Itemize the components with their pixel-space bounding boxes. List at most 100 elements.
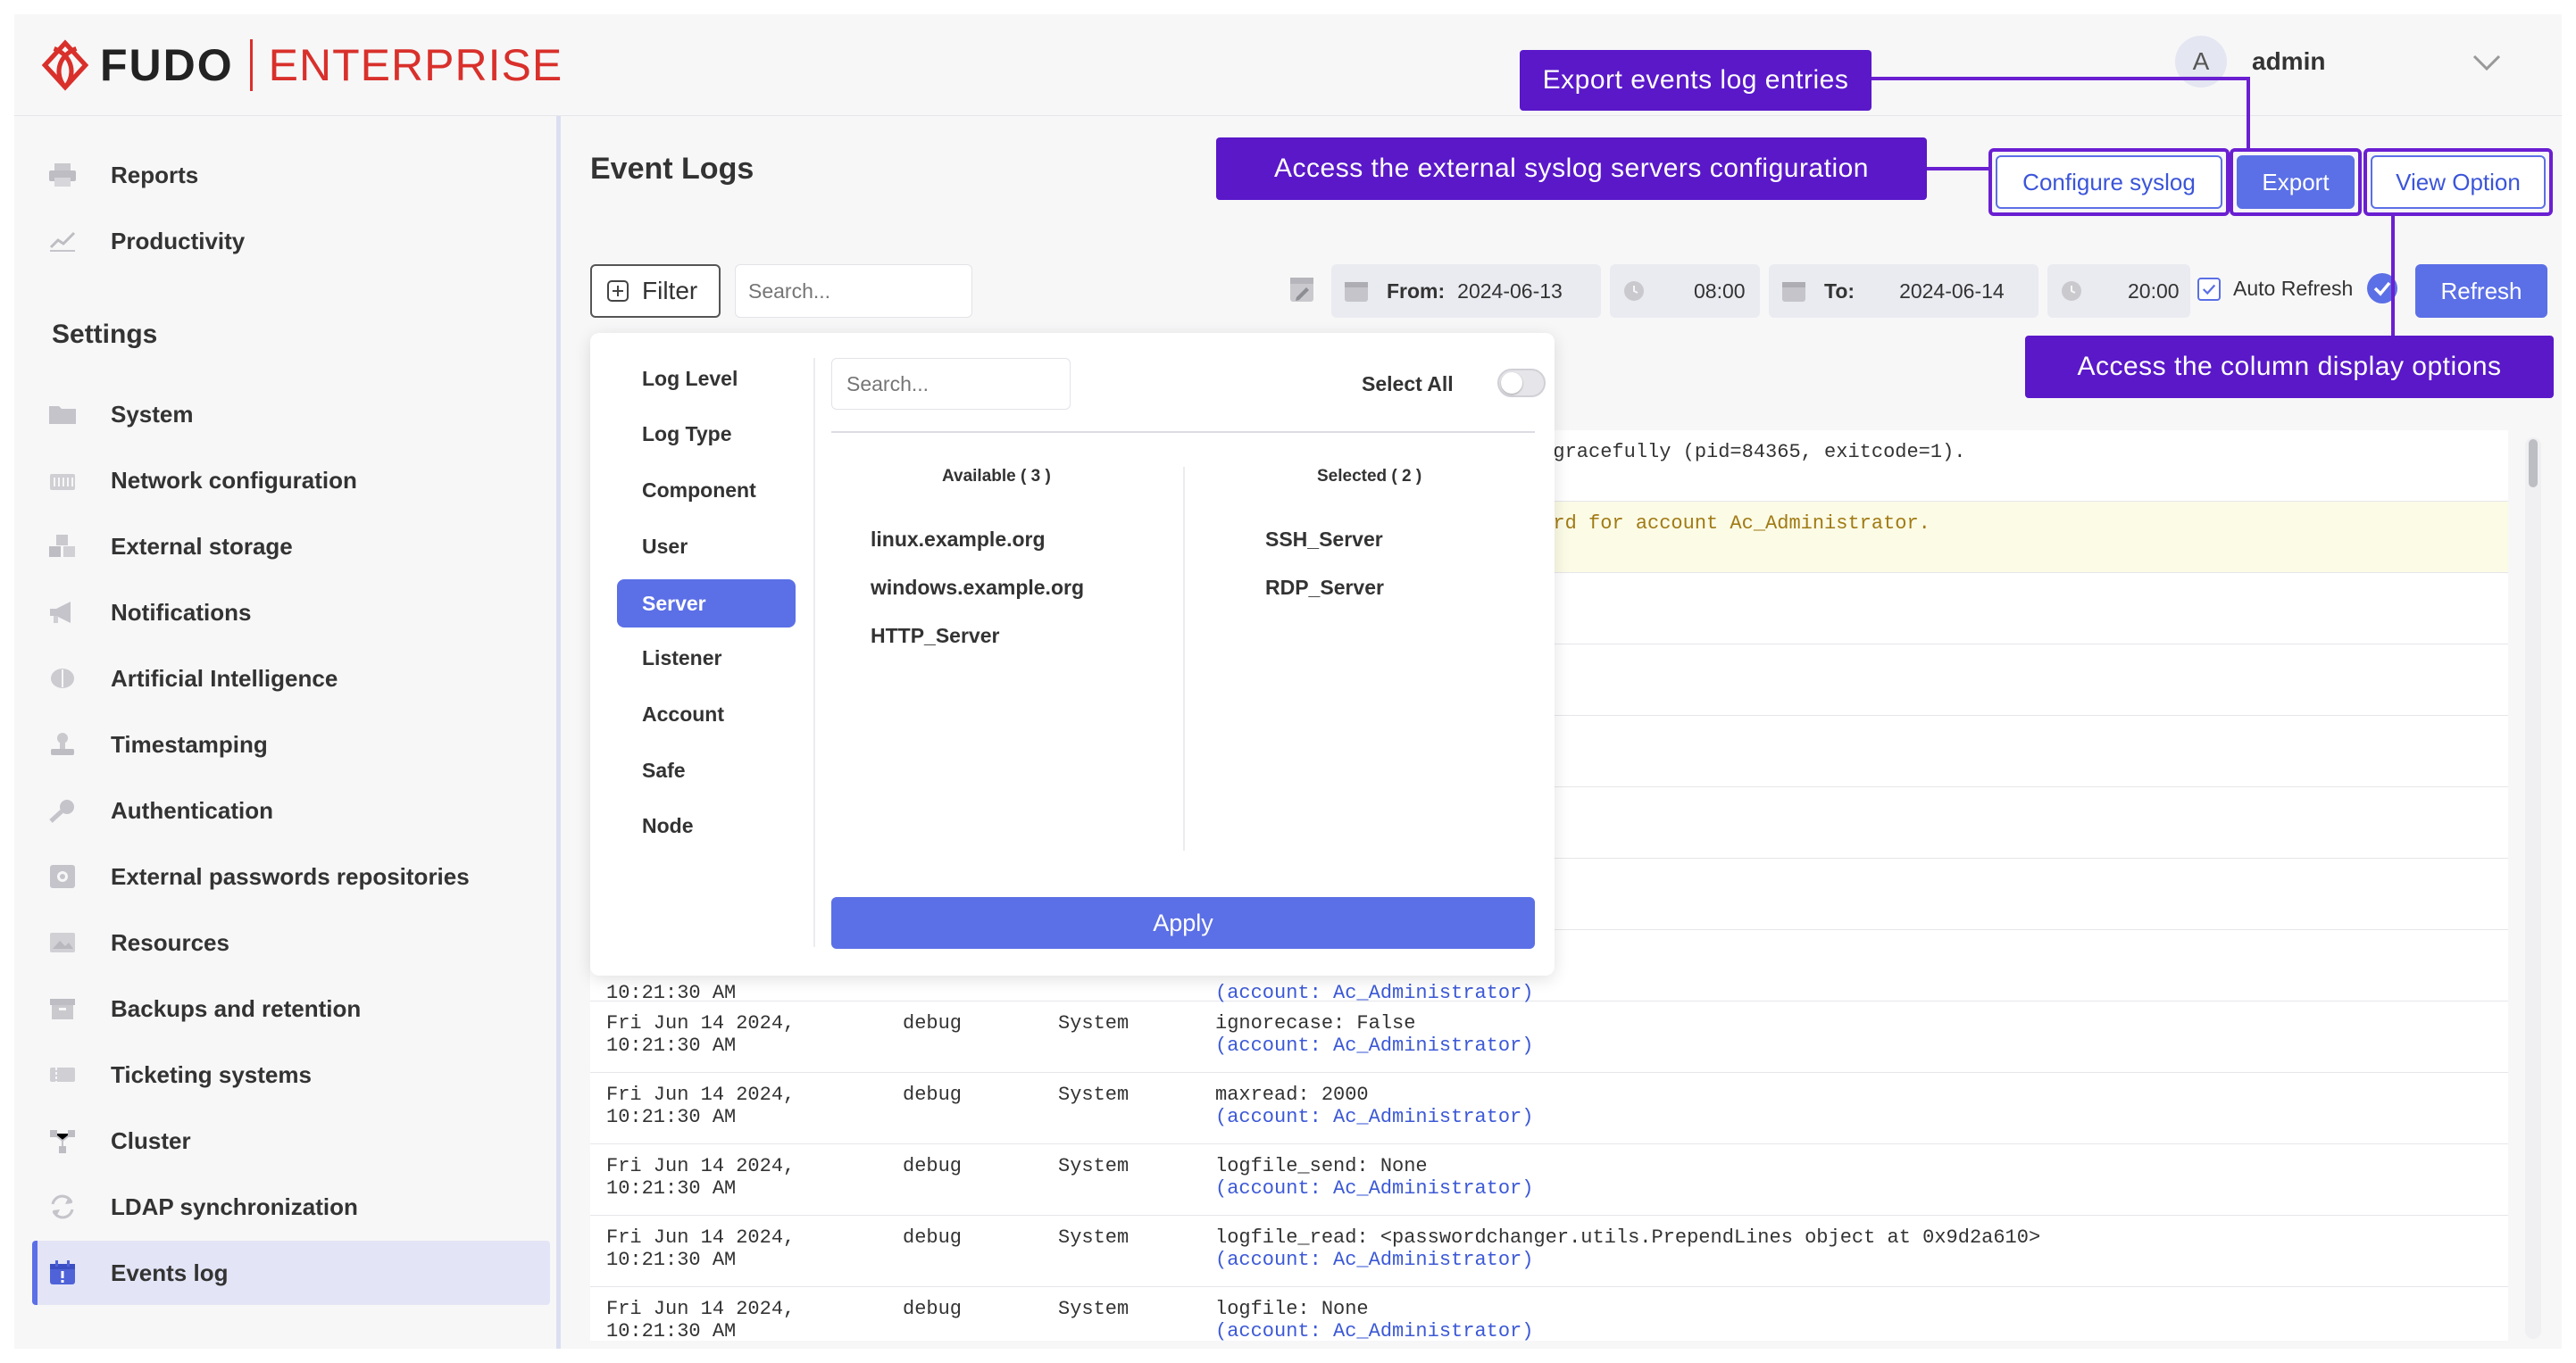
sidebar-item-resources[interactable]: Resources (32, 910, 550, 975)
apply-button[interactable]: Apply (831, 897, 1535, 949)
sidebar-item-reports[interactable]: Reports (32, 143, 550, 207)
log-level: debug (903, 1155, 963, 1177)
date-from-field[interactable]: From: 2024-06-13 (1331, 264, 1601, 318)
sidebar-item-events-log[interactable]: Events log (32, 1241, 550, 1305)
filter-category-node[interactable]: Node (642, 814, 694, 838)
chevron-down-icon[interactable] (2472, 52, 2502, 73)
to-date: 2024-06-14 (1899, 278, 2005, 303)
callout-line (2247, 77, 2250, 152)
calendar-icon (1345, 282, 1368, 302)
sidebar-item-label: System (111, 400, 194, 428)
filter-button[interactable]: Filter (590, 264, 721, 318)
from-label: From: (1387, 278, 1446, 303)
log-date: Fri Jun 14 2024, (606, 1298, 796, 1320)
available-item[interactable]: HTTP_Server (871, 624, 999, 648)
sidebar-item-label: Network configuration (111, 466, 357, 494)
sidebar-item-label: Resources (111, 928, 229, 956)
filter-category-account[interactable]: Account (642, 702, 724, 727)
selected-item[interactable]: RDP_Server (1265, 576, 1384, 600)
log-type: System (1058, 1155, 1130, 1177)
boxes-icon (46, 533, 79, 560)
filter-popover: Log Level Log Type Component User Server… (590, 333, 1555, 976)
available-header: Available ( 3 ) (942, 467, 1051, 486)
sidebar-item-label: Cluster (111, 1126, 191, 1154)
log-level: debug (903, 1012, 963, 1035)
sidebar-item-system[interactable]: System (32, 382, 550, 446)
popover-separator (831, 431, 1535, 433)
log-time: 10:21:30 AM (606, 1320, 737, 1341)
filter-category-component[interactable]: Component (642, 478, 756, 503)
settings-heading: Settings (52, 320, 158, 349)
log-level: debug (903, 1226, 963, 1249)
time-from-field[interactable]: 08:00 (1610, 264, 1760, 318)
auto-refresh-checkbox[interactable] (2197, 277, 2221, 301)
sync-icon (46, 1193, 79, 1220)
time-to-field[interactable]: 20:00 (2047, 264, 2190, 318)
fudo-logo-icon (41, 39, 89, 91)
date-to-field[interactable]: To: 2024-06-14 (1769, 264, 2038, 318)
filter-category-log-level[interactable]: Log Level (642, 367, 738, 391)
auto-refresh-toggle[interactable]: Auto Refresh (2197, 277, 2353, 301)
log-date: Fri Jun 14 2024, (606, 1226, 796, 1249)
filter-search-input[interactable] (831, 358, 1071, 410)
sidebar-item-external-passwords-repositories[interactable]: External passwords repositories (32, 844, 550, 909)
select-all-toggle[interactable] (1497, 369, 1546, 397)
sidebar-item-ldap-synchronization[interactable]: LDAP synchronization (32, 1175, 550, 1239)
callout-syslog: Access the external syslog servers confi… (1216, 137, 1927, 200)
sidebar-item-productivity[interactable]: Productivity (32, 209, 550, 273)
filter-category-log-type[interactable]: Log Type (642, 422, 732, 446)
table-row[interactable]: Fri Jun 14 2024, 10:21:30 AM debug Syste… (590, 1144, 2508, 1216)
sidebar-item-authentication[interactable]: Authentication (32, 778, 550, 843)
column-divider (1183, 467, 1185, 851)
clock-icon (1624, 281, 1644, 301)
brand-edition: ENTERPRISE (268, 40, 563, 90)
table-row[interactable]: Fri Jun 14 2024, 10:21:30 AM debug Syste… (590, 1073, 2508, 1144)
table-row[interactable]: Fri Jun 14 2024, 10:21:30 AM debug Syste… (590, 1001, 2508, 1073)
log-date: Fri Jun 14 2024, (606, 1155, 796, 1177)
megaphone-icon (46, 599, 79, 626)
log-message: word for account Ac_Administrator. (1530, 512, 1930, 535)
filter-label: Filter (642, 277, 698, 304)
sidebar-item-notifications[interactable]: Notifications (32, 580, 550, 644)
log-message: logfile_send: None (1215, 1155, 1428, 1177)
refresh-button[interactable]: Refresh (2415, 264, 2547, 318)
sidebar-item-cluster[interactable]: Cluster (32, 1109, 550, 1173)
log-message: ungracefully (pid=84365, exitcode=1). (1530, 441, 1966, 463)
sidebar-item-timestamping[interactable]: Timestamping (32, 712, 550, 777)
key-icon (46, 797, 79, 824)
sidebar-item-artificial-intelligence[interactable]: Artificial Intelligence (32, 646, 550, 711)
sidebar-item-label: Reports (111, 161, 199, 188)
log-time: 10:21:30 AM (606, 1106, 737, 1128)
filter-category-user[interactable]: User (642, 535, 688, 559)
log-account: (account: Ac_Administrator) (1215, 1320, 1534, 1341)
sidebar-item-ticketing-systems[interactable]: Ticketing systems (32, 1043, 550, 1107)
available-item[interactable]: linux.example.org (871, 528, 1046, 552)
selected-header: Selected ( 2 ) (1317, 467, 1422, 486)
filter-category-safe[interactable]: Safe (642, 759, 686, 783)
sidebar-item-backups-and-retention[interactable]: Backups and retention (32, 977, 550, 1041)
selected-item[interactable]: SSH_Server (1265, 528, 1383, 552)
log-time: 10:21:30 AM (606, 1249, 737, 1271)
sidebar-item-label: External passwords repositories (111, 862, 470, 890)
filter-category-listener[interactable]: Listener (642, 646, 721, 670)
table-row[interactable]: Fri Jun 14 2024, 10:21:30 AM debug Syste… (590, 1216, 2508, 1287)
log-level: debug (903, 1084, 963, 1106)
app-window: FUDO ENTERPRISE A admin Reports Producti… (14, 14, 2562, 1349)
sidebar-item-network-configuration[interactable]: Network configuration (32, 448, 550, 512)
select-all-label: Select All (1362, 372, 1454, 395)
log-level: debug (903, 1298, 963, 1320)
sidebar-item-external-storage[interactable]: External storage (32, 514, 550, 578)
calendar-edit-icon[interactable] (1288, 273, 1315, 303)
log-scrollbar[interactable] (2525, 437, 2541, 1339)
search-input[interactable] (735, 264, 972, 318)
table-row[interactable]: Fri Jun 14 2024, 10:21:30 AM debug Syste… (590, 1287, 2508, 1341)
log-scrollbar-thumb[interactable] (2529, 439, 2538, 487)
available-item[interactable]: windows.example.org (871, 576, 1084, 600)
log-time: 10:21:30 AM (606, 1177, 737, 1200)
brand-logo[interactable]: FUDO ENTERPRISE (38, 34, 563, 96)
network-icon (46, 467, 79, 494)
calendar-icon (1782, 282, 1805, 302)
filter-category-server[interactable]: Server (617, 579, 796, 627)
log-message: maxread: 2000 (1215, 1084, 1369, 1106)
export-highlight (2230, 148, 2362, 216)
